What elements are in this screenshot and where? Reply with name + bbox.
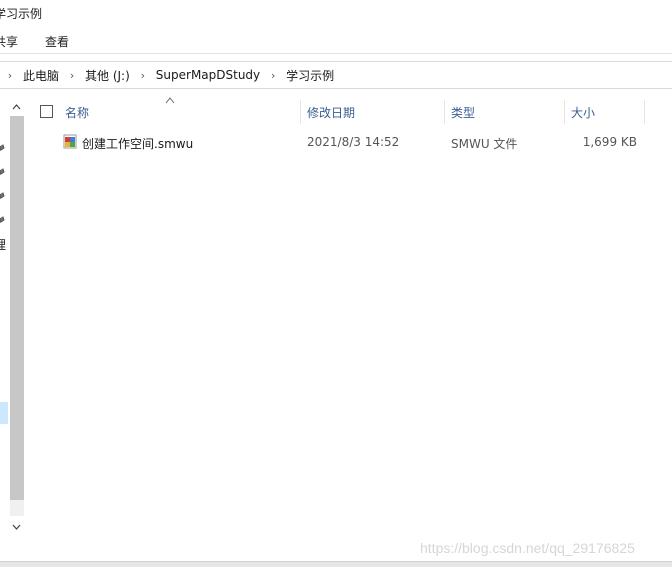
column-header-size[interactable]: 大小 (571, 104, 595, 121)
column-header-row: 名称 修改日期 类型 大小 (30, 96, 672, 126)
column-divider[interactable] (644, 100, 645, 124)
breadcrumb-this-pc[interactable]: 此电脑 (20, 67, 62, 84)
file-type: SMWU 文件 (451, 137, 518, 151)
column-divider[interactable] (300, 100, 301, 124)
column-header-name[interactable]: 名称 (65, 104, 89, 121)
chevron-up-icon (12, 104, 20, 110)
file-modified-date: 2021/8/3 14:52 (307, 135, 400, 149)
breadcrumb-drive[interactable]: 其他 (J:) (82, 67, 133, 84)
pin-icon (0, 144, 5, 152)
window-title: 学习示例 (0, 7, 43, 21)
smwu-file-icon (63, 134, 77, 149)
breadcrumb: › 此电脑 › 其他 (J:) › SuperMapDStudy › 学习示例 (0, 62, 337, 88)
column-header-type[interactable]: 类型 (451, 104, 475, 121)
scroll-down-button[interactable] (8, 520, 24, 534)
pin-icon (0, 192, 5, 200)
file-name[interactable]: 创建工作空间.smwu (82, 135, 193, 152)
select-all-checkbox[interactable] (40, 105, 53, 118)
nav-item-label[interactable]: 理 (0, 236, 6, 253)
sort-ascending-icon (165, 97, 175, 104)
scroll-up-button[interactable] (8, 100, 24, 114)
chevron-right-icon[interactable]: › (62, 69, 82, 82)
column-divider[interactable] (444, 100, 445, 124)
chevron-right-icon[interactable]: › (263, 69, 283, 82)
file-row[interactable]: 创建工作空间.smwu 2021/8/3 14:52 SMWU 文件 1,699… (30, 131, 672, 153)
ribbon: 共享 查看 (0, 28, 672, 54)
ribbon-tab-view[interactable]: 查看 (45, 33, 69, 50)
file-size: 1,699 KB (582, 135, 637, 149)
pin-icon (0, 168, 5, 176)
chevron-right-icon[interactable]: › (133, 69, 153, 82)
status-bar (0, 561, 672, 567)
breadcrumb-current-folder[interactable]: 学习示例 (283, 67, 337, 84)
address-bar[interactable]: › 此电脑 › 其他 (J:) › SuperMapDStudy › 学习示例 (0, 61, 672, 89)
column-header-modified[interactable]: 修改日期 (307, 104, 355, 121)
navigation-pane: 理 (0, 96, 26, 541)
scrollbar-thumb[interactable] (10, 116, 24, 500)
pin-icon (0, 216, 5, 224)
nav-item-selected[interactable] (0, 402, 8, 424)
file-list: 名称 修改日期 类型 大小 创建工作空间.smwu 2021/8/3 14:52… (30, 96, 672, 541)
chevron-right-icon[interactable]: › (0, 69, 20, 82)
column-divider[interactable] (564, 100, 565, 124)
breadcrumb-supermapdstudy[interactable]: SuperMapDStudy (153, 68, 263, 82)
watermark: https://blog.csdn.net/qq_29176825 (420, 540, 635, 556)
ribbon-tab-share[interactable]: 共享 (0, 33, 18, 50)
chevron-down-icon (12, 524, 20, 530)
